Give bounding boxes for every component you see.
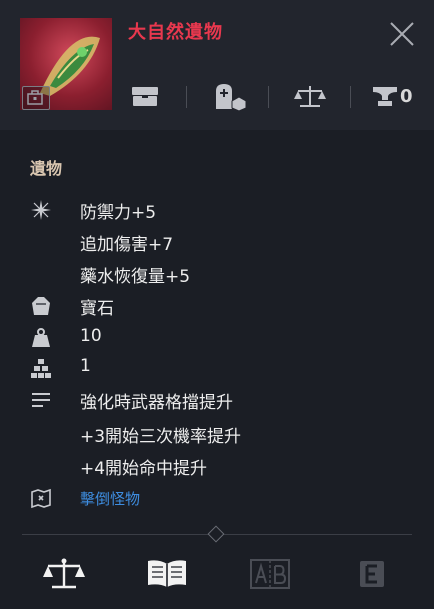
weight-row: 10	[30, 322, 410, 352]
anvil-count: 0	[372, 80, 413, 112]
weight-value: 10	[80, 326, 102, 346]
e-key-tab-button[interactable]	[350, 556, 394, 592]
encyclopedia-tab-button[interactable]	[145, 556, 189, 592]
anvil-count-value: 0	[400, 85, 413, 107]
item-title: 大自然遺物	[128, 22, 223, 43]
effect-row: +3開始三次機率提升	[30, 418, 410, 448]
trade-restricted-icon	[212, 80, 248, 112]
effect-text: +3開始三次機率提升	[80, 427, 242, 447]
effect-text: +4開始命中提升	[80, 459, 208, 479]
stack-icon	[31, 359, 51, 378]
e-key-icon	[360, 561, 384, 587]
sparkle-icon	[31, 200, 51, 220]
item-flags-row: 0	[128, 80, 418, 112]
stack-row: 1	[30, 352, 410, 382]
item-tooltip-panel: 大自然遺物 0 遺物 防禦力+5 追加傷害+7 藥水恢復量+5 寶石 10 1 …	[0, 0, 434, 609]
effect-row: 強化時武器格擋提升	[30, 384, 410, 414]
material-row: 寶石	[30, 290, 410, 320]
attribute-text: 藥水恢復量+5	[80, 267, 191, 287]
source-row: 擊倒怪物	[30, 482, 410, 512]
item-header: 大自然遺物 0	[0, 0, 434, 130]
divider-diamond-ornament	[207, 525, 225, 543]
balance-scale-icon	[294, 80, 326, 112]
section-title: 遺物	[30, 159, 63, 178]
ab-compare-tab-button[interactable]	[248, 556, 292, 592]
close-icon	[390, 22, 414, 46]
balance-scale-icon	[43, 558, 85, 589]
attribute-text: 防禦力+5	[80, 203, 157, 223]
attribute-text: 追加傷害+7	[80, 235, 174, 255]
map-icon	[31, 488, 51, 509]
close-button[interactable]	[388, 20, 416, 48]
storage-icon	[130, 80, 160, 112]
anvil-icon	[373, 87, 397, 106]
open-book-icon	[148, 560, 186, 587]
gem-icon	[32, 297, 50, 315]
source-link[interactable]: 擊倒怪物	[80, 488, 140, 509]
compare-tab-button[interactable]	[42, 556, 86, 592]
attribute-row: 追加傷害+7	[30, 226, 410, 256]
effect-row: +4開始命中提升	[30, 450, 410, 480]
material-text: 寶石	[80, 299, 114, 319]
equipment-slot-icon	[22, 86, 50, 110]
ab-icon	[250, 559, 290, 589]
attribute-row: 防禦力+5	[30, 194, 410, 224]
stack-value: 1	[80, 356, 91, 376]
description-lines-icon	[32, 393, 50, 407]
effect-text: 強化時武器格擋提升	[80, 393, 233, 413]
weight-icon	[32, 328, 50, 347]
attribute-row: 藥水恢復量+5	[30, 258, 410, 288]
